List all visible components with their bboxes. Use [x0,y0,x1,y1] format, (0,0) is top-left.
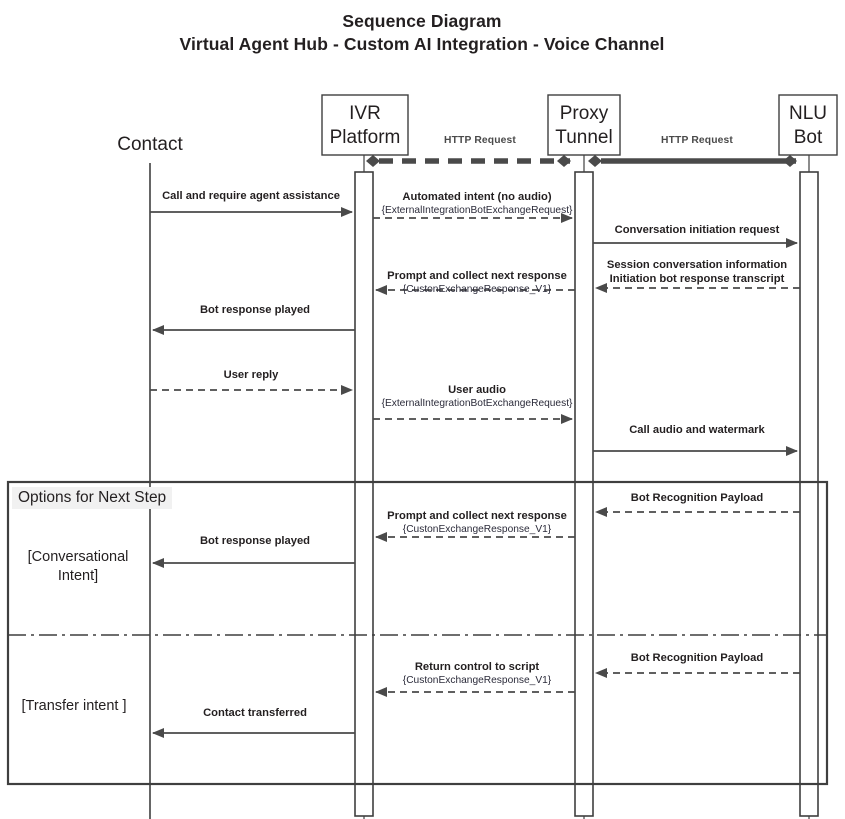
message-label-m8: User audio [448,384,506,396]
message-sublabel-m5: {CustonExchangeResponse_V1} [402,284,552,295]
message-label-m6: Bot response played [199,304,311,316]
message-label-m13: Bot Recognition Payload [630,652,764,664]
message-sublabel-m11: {CustonExchangeResponse_V1} [402,524,552,535]
activation-bar-nlu [799,171,819,817]
participant-label-contact[interactable]: Contact [117,134,182,155]
message-label-m1: Call and require agent assistance [162,190,340,202]
message-label-m7: User reply [223,369,279,381]
sequence-diagram-canvas: Sequence Diagram Virtual Agent Hub - Cus… [0,0,845,819]
activation-bar-ivr [354,171,374,817]
activation-bar-proxy [574,171,594,817]
fragment-guard-op1-line1: [Conversational [27,549,129,565]
participant-label-ivr-line2[interactable]: Platform [330,127,401,148]
page-title-line-2: Virtual Agent Hub - Custom AI Integratio… [179,34,665,54]
message-label-m15: Contact transferred [203,707,307,719]
fragment-guard-op1-line2: Intent] [57,568,99,584]
participant-label-nlu-line1[interactable]: NLU [789,103,827,124]
participant-label-ivr-line1[interactable]: IVR [349,103,381,124]
participant-label-nlu-line2[interactable]: Bot [794,127,823,148]
message-sublabel-m8: {ExternalIntegrationBotExchangeRequest} [381,398,573,409]
message-label-m12: Bot response played [199,535,311,547]
message-label-m9: Call audio and watermark [629,424,765,436]
message-label-m11: Prompt and collect next response [387,510,567,522]
channel-label-ivr-proxy: HTTP Request [444,135,516,146]
message-label-m14: Return control to script [414,661,540,673]
fragment-guard-op2-line1: [Transfer intent ] [21,698,127,714]
channel-label-proxy-nlu: HTTP Request [661,135,733,146]
message-sublabel-m4: Initiation bot response transcript [609,273,785,285]
participant-label-proxy-line2[interactable]: Tunnel [555,127,612,148]
fragment-label: Options for Next Step [12,487,173,510]
message-label-m10: Bot Recognition Payload [630,492,764,504]
message-label-m5: Prompt and collect next response [387,270,567,282]
message-label-m3: Conversation initiation request [614,224,780,236]
page-title-line-1: Sequence Diagram [342,11,502,31]
message-sublabel-m2: {ExternalIntegrationBotExchangeRequest} [381,205,573,216]
participant-label-proxy-line1[interactable]: Proxy [560,103,609,124]
message-label-m2: Automated intent (no audio) [402,191,552,203]
message-label-m4: Session conversation information [606,259,788,271]
message-sublabel-m14: {CustonExchangeResponse_V1} [402,675,552,686]
diagram-graphics [6,94,838,819]
